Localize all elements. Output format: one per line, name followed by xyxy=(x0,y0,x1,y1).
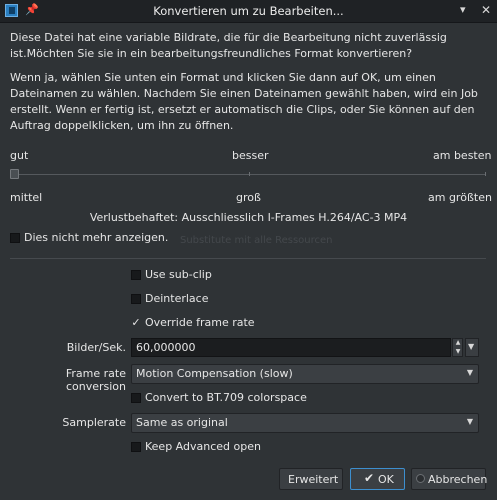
bt709-label[interactable]: Convert to BT.709 colorspace xyxy=(145,391,307,404)
cancel-icon xyxy=(416,474,425,483)
divider xyxy=(10,258,486,259)
intro-paragraph-2: Wenn ja, wählen Sie unten ein Format und… xyxy=(10,71,478,132)
title-bar: 📌 Konvertieren um zu Bearbeiten... ▾ ✕ xyxy=(0,0,497,23)
slider-tick xyxy=(485,172,486,176)
deinterlace-label[interactable]: Deinterlace xyxy=(145,292,208,305)
fps-label: Bilder/Sek. xyxy=(66,341,126,354)
window-title: Konvertieren um zu Bearbeiten... xyxy=(153,4,344,18)
ok-button-label: OK xyxy=(378,473,394,486)
keep-advanced-checkbox[interactable] xyxy=(131,442,141,452)
frame-rate-conversion-select[interactable]: Motion Compensation (slow) ▼ xyxy=(131,364,479,384)
check-icon: ✔ xyxy=(364,471,375,485)
use-subclip-label[interactable]: Use sub-clip xyxy=(145,268,212,281)
slider-label-am-groessten: am größten xyxy=(428,191,492,204)
chevron-down-icon: ▼ xyxy=(466,368,473,377)
advanced-button[interactable]: Erweitert xyxy=(279,468,343,490)
format-description: Verlustbehaftet: Ausschliesslich I-Frame… xyxy=(89,211,408,224)
minimize-icon[interactable]: ▾ xyxy=(460,3,466,17)
override-frame-rate-label[interactable]: Override frame rate xyxy=(145,316,255,329)
samplerate-label: Samplerate xyxy=(62,416,126,429)
use-subclip-checkbox[interactable] xyxy=(131,270,141,280)
slider-label-besser: besser xyxy=(232,149,269,162)
slider-tick xyxy=(249,172,250,176)
chevron-up-icon[interactable]: ▲ xyxy=(454,340,462,346)
override-frame-rate-checkbox[interactable]: ✓ xyxy=(131,317,141,329)
intro-paragraph-1: Diese Datei hat eine variable Bildrate, … xyxy=(10,31,447,60)
quality-slider-handle[interactable] xyxy=(10,169,19,179)
slider-label-gut: gut xyxy=(10,149,29,162)
fps-stepper[interactable]: ▲ ▼ xyxy=(452,338,463,357)
slider-label-mittel: mittel xyxy=(10,191,43,204)
dont-show-checkbox[interactable] xyxy=(10,233,20,243)
fps-input[interactable]: 60,000000 xyxy=(131,338,451,357)
chevron-down-icon: ▼ xyxy=(468,342,475,351)
ok-button[interactable]: ✔ OK xyxy=(350,468,405,490)
chevron-down-icon: ▼ xyxy=(466,417,473,426)
keep-advanced-label[interactable]: Keep Advanced open xyxy=(145,440,261,453)
slider-label-am-besten: am besten xyxy=(433,149,492,162)
bt709-checkbox[interactable] xyxy=(131,393,141,403)
frame-rate-conversion-label: Frame rate conversion xyxy=(65,367,126,393)
cancel-button-label: Abbrechen xyxy=(428,473,488,486)
cancel-button[interactable]: Abbrechen xyxy=(411,468,488,490)
frame-rate-conversion-value: Motion Compensation (slow) xyxy=(136,367,293,380)
close-icon[interactable]: ✕ xyxy=(481,3,491,17)
advanced-button-label: Erweitert xyxy=(288,473,339,486)
chevron-down-icon[interactable]: ▼ xyxy=(454,349,462,355)
slider-label-gross: groß xyxy=(236,191,261,204)
deinterlace-checkbox[interactable] xyxy=(131,294,141,304)
samplerate-value: Same as original xyxy=(136,416,228,429)
fps-menu-button[interactable]: ▼ xyxy=(465,338,479,357)
samplerate-select[interactable]: Same as original ▼ xyxy=(131,413,479,433)
ghost-text: Substitute mit alle Ressourcen xyxy=(180,235,333,246)
dont-show-label[interactable]: Dies nicht mehr anzeigen. xyxy=(24,231,168,244)
